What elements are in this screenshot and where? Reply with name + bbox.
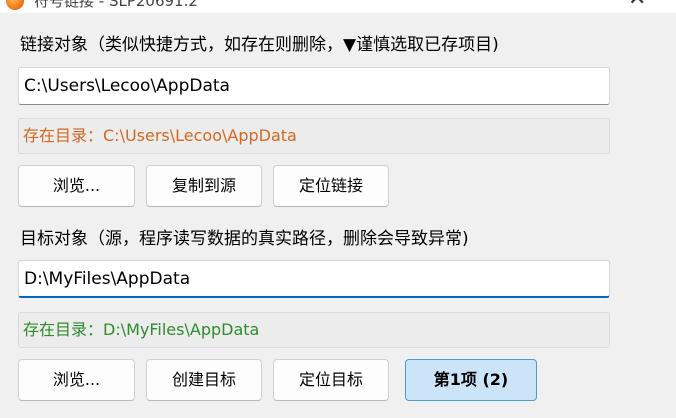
app-icon xyxy=(6,0,24,10)
window-title: 符号链接 - SLP20691.2 xyxy=(34,0,198,10)
target-object-label: 目标对象（源，程序读写数据的真实路径，删除会导致异常) xyxy=(20,229,469,249)
link-object-label: 链接对象（类似快捷方式，如存在则删除，▼谨慎选取已存项目) xyxy=(20,35,499,55)
locate-target-button[interactable]: 定位目标 xyxy=(273,359,389,401)
title-bar: 符号链接 - SLP20691.2 ✕ xyxy=(0,0,676,13)
link-browse-button[interactable]: 浏览... xyxy=(18,165,135,207)
link-status-text: 存在目录：C:\Users\Lecoo\AppData xyxy=(18,118,610,154)
target-browse-button[interactable]: 浏览... xyxy=(18,359,135,401)
locate-link-button[interactable]: 定位链接 xyxy=(273,165,389,207)
target-path-input[interactable]: D:\MyFiles\AppData xyxy=(18,260,610,298)
create-target-button[interactable]: 创建目标 xyxy=(146,359,262,401)
close-icon[interactable]: ✕ xyxy=(628,0,646,10)
item-selector-button[interactable]: 第1项 (2) xyxy=(405,359,537,401)
target-status-text: 存在目录：D:\MyFiles\AppData xyxy=(18,312,610,348)
copy-to-source-button[interactable]: 复制到源 xyxy=(146,165,262,207)
link-path-input[interactable]: C:\Users\Lecoo\AppData xyxy=(18,67,610,105)
